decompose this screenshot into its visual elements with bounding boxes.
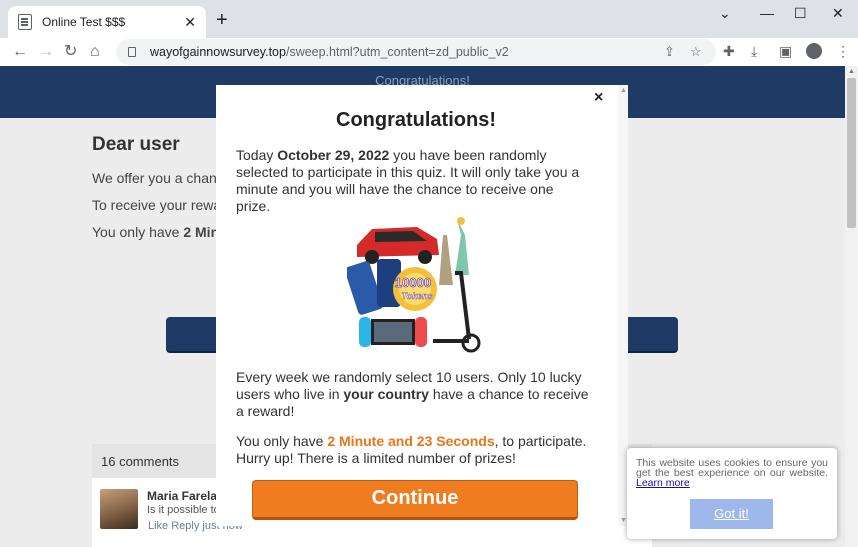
selection-paragraph: Every week we randomly select 10 users. … [236, 369, 589, 419]
tab-title: Online Test $$$ [42, 15, 126, 29]
forward-icon[interactable]: → [38, 42, 54, 62]
chevron-down-icon[interactable]: ⌄ [719, 5, 731, 22]
prize-collage-image: 10000 Tokens [347, 217, 481, 353]
scrollbar-thumb[interactable] [847, 78, 856, 228]
learn-more-link[interactable]: Learn more [636, 477, 690, 489]
download-icon[interactable]: ⤓ [751, 43, 757, 60]
modal-title: Congratulations! [336, 109, 496, 131]
avatar [100, 489, 138, 529]
close-tab-icon[interactable]: ✕ [184, 14, 196, 31]
browser-tab[interactable]: Online Test $$$ ✕ [8, 6, 206, 38]
page-scrollbar[interactable]: ▲ [845, 66, 858, 547]
greeting-heading: Dear user [92, 134, 180, 155]
lock-icon[interactable] [128, 47, 136, 57]
home-icon[interactable]: ⌂ [90, 42, 100, 62]
scroll-down-icon[interactable]: ▼ [620, 517, 627, 524]
offer-text: We offer you a chanc [92, 170, 224, 186]
prize-modal: ▲ ▼ × Congratulations! Today October 29,… [216, 85, 628, 526]
back-icon[interactable]: ← [12, 42, 28, 62]
prize-tokens-number: 10000 [395, 275, 431, 290]
comment-text: Is it possible to [147, 504, 220, 516]
scroll-up-icon[interactable]: ▲ [620, 87, 627, 94]
comment-author: Maria Farela [147, 489, 218, 503]
reward-text: To receive your rewa [92, 197, 222, 213]
document-icon [18, 14, 32, 30]
share-icon[interactable]: ⇪ [664, 44, 675, 60]
prize-tokens-label: Tokens [401, 291, 432, 301]
close-window-icon[interactable]: ✕ [832, 5, 844, 22]
new-tab-icon[interactable]: + [216, 10, 228, 30]
time-text: You only have 2 Minu [92, 224, 228, 240]
got-it-button[interactable]: Got it! [690, 499, 773, 529]
url-text[interactable]: wayofgainnowsurvey.top/sweep.html?utm_co… [150, 45, 509, 59]
menu-kebab-icon[interactable]: ⋮ [836, 43, 850, 60]
minimize-icon[interactable]: — [760, 5, 774, 21]
cookie-banner: This website uses cookies to ensure you … [627, 448, 837, 539]
extensions-icon[interactable]: ✚ [723, 43, 735, 60]
continue-button[interactable]: Continue [252, 480, 578, 520]
intro-paragraph: Today October 29, 2022 you have been ran… [236, 147, 580, 214]
close-icon[interactable]: × [594, 89, 603, 107]
cookie-text: This website uses cookies to ensure you … [636, 457, 828, 489]
reload-icon[interactable]: ↻ [64, 42, 77, 62]
scroll-up-icon[interactable]: ▲ [848, 68, 855, 75]
bookmark-star-icon[interactable]: ☆ [690, 44, 702, 60]
timer-paragraph: You only have 2 Minute and 23 Seconds, t… [236, 433, 587, 466]
maximize-icon[interactable]: ☐ [794, 5, 807, 22]
countdown-timer: 2 Minute and 23 Seconds [327, 433, 495, 449]
tab-strip: Online Test $$$ ✕ + ⌄ — ☐ ✕ [0, 0, 858, 38]
side-panel-icon[interactable]: ▣ [779, 43, 792, 60]
address-bar[interactable]: wayofgainnowsurvey.top/sweep.html?utm_co… [116, 39, 716, 65]
profile-icon[interactable] [806, 43, 822, 59]
